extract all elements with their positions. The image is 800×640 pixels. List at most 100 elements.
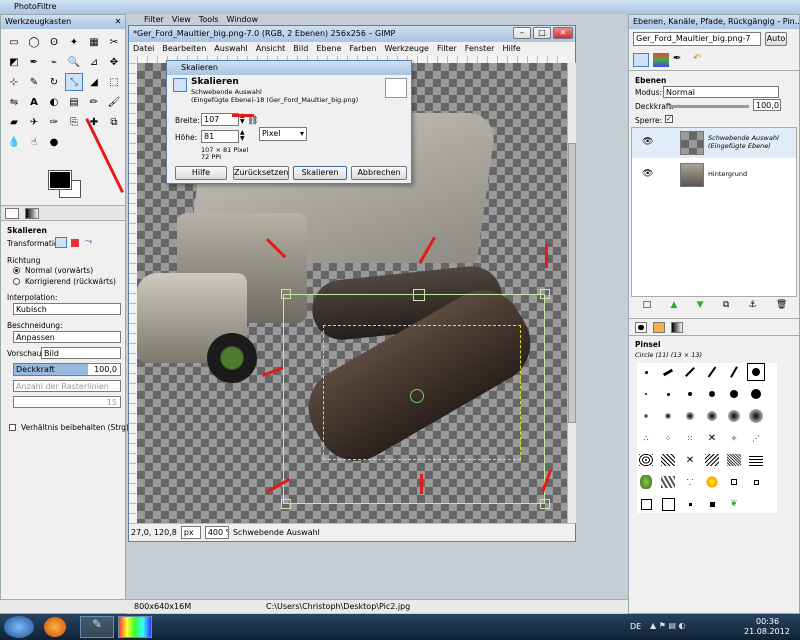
firefox-taskbar-icon[interactable] [44, 617, 66, 637]
menu-auswahl[interactable]: Auswahl [210, 44, 251, 54]
brush-item[interactable]: ⁘ [659, 429, 677, 447]
transform-selection-icon[interactable] [71, 239, 79, 247]
lock-checkbox[interactable]: ✓ [665, 115, 673, 123]
raster-select[interactable]: Anzahl der Rasterlinien [13, 380, 121, 392]
tab-paths[interactable]: ✒ [673, 53, 689, 67]
handle-top-middle[interactable] [413, 289, 425, 301]
image-select[interactable]: Ger_Ford_Maultier_big.png-7 [633, 32, 761, 46]
cancel-button[interactable]: Abbrechen [351, 166, 407, 180]
unit-dropdown[interactable]: Pixel ▾ [259, 127, 307, 141]
gimp-close-button[interactable]: ✕ [553, 27, 573, 39]
move-tool[interactable]: ✥ [105, 53, 123, 71]
brush-item[interactable] [681, 385, 699, 403]
measure-tool[interactable]: ⊿ [85, 53, 103, 71]
brush-item[interactable] [725, 473, 743, 491]
blur-tool[interactable]: 💧 [5, 133, 23, 151]
brush-item[interactable] [659, 451, 677, 469]
lasso-tool[interactable]: ʘ [45, 33, 63, 51]
toolbox-close-button[interactable]: ✕ [113, 17, 123, 27]
bg-menu-window[interactable]: Window [223, 15, 263, 24]
delete-layer-icon[interactable]: 🗑 [776, 300, 787, 314]
shear-tool[interactable]: ◢ [85, 73, 103, 91]
brush-item[interactable]: ∴ [637, 429, 655, 447]
brush-item[interactable] [681, 407, 699, 425]
brush-item[interactable] [659, 363, 677, 381]
scissors-tool[interactable]: ✂ [105, 33, 123, 51]
deckkraft-slider[interactable]: Deckkraft 100,0 [13, 363, 121, 376]
brush-item[interactable] [725, 363, 743, 381]
eye-icon[interactable]: 👁 [642, 169, 653, 179]
brush-item[interactable] [637, 385, 655, 403]
menu-hilfe[interactable]: Hilfe [498, 44, 524, 54]
flip-tool[interactable]: ⇋ [5, 93, 23, 111]
eraser-tool[interactable]: ▰ [5, 113, 23, 131]
brush-item[interactable] [637, 407, 655, 425]
gimp-maximize-button[interactable]: □ [533, 27, 551, 39]
layer-row-background[interactable]: 👁 Hintergrund [632, 160, 796, 190]
menu-ebene[interactable]: Ebene [312, 44, 345, 54]
brush-item[interactable]: ⁙ [681, 429, 699, 447]
brush-item[interactable] [703, 495, 721, 513]
beschneidung-select[interactable]: Anpassen [13, 331, 121, 343]
duplicate-layer-icon[interactable]: ⧉ [723, 300, 729, 314]
airbrush-tool[interactable]: ✈ [25, 113, 43, 131]
brush-item[interactable] [637, 495, 655, 513]
reset-button[interactable]: Zurücksetzen [233, 166, 289, 180]
brush-item[interactable] [703, 363, 721, 381]
transform-path-icon[interactable]: ⤳ [85, 237, 92, 247]
brush-item[interactable] [747, 473, 765, 491]
tab-channels[interactable] [653, 53, 669, 67]
dodge-burn-tool[interactable]: ● [45, 133, 63, 151]
brush-item[interactable] [659, 385, 677, 403]
menu-fenster[interactable]: Fenster [461, 44, 499, 54]
interpolation-select[interactable]: Kubisch [13, 303, 121, 315]
menu-werkzeuge[interactable]: Werkzeuge [381, 44, 433, 54]
perspective-clone-tool[interactable]: ⧉ [105, 113, 123, 131]
brush-item[interactable]: ❦ [725, 495, 743, 513]
handle-top-left[interactable] [281, 289, 291, 299]
menu-farben[interactable]: Farben [345, 44, 380, 54]
bg-menu-filter[interactable]: Filter [140, 15, 168, 24]
menu-bearbeiten[interactable]: Bearbeiten [158, 44, 210, 54]
lower-layer-icon[interactable]: ▼ [697, 300, 704, 314]
radio-korrigierend[interactable] [13, 278, 20, 285]
zoom-select[interactable]: 400 % [204, 526, 229, 539]
foreground-select-tool[interactable]: ◩ [5, 53, 23, 71]
bg-menu-tools[interactable]: Tools [195, 15, 223, 24]
brush-item[interactable] [637, 363, 655, 381]
aspect-checkbox[interactable] [9, 424, 16, 431]
brush-item[interactable] [703, 407, 721, 425]
layer-opacity-slider[interactable] [669, 105, 749, 108]
raise-layer-icon[interactable]: ▲ [670, 300, 677, 314]
brush-item[interactable] [747, 451, 765, 469]
ink-tool[interactable]: ✑ [45, 113, 63, 131]
radio-normal[interactable] [13, 267, 20, 274]
hoehe-input[interactable]: 81 [201, 130, 239, 143]
handle-bottom-right[interactable] [540, 499, 550, 509]
rotate-tool[interactable]: ↻ [45, 73, 63, 91]
brush-item[interactable] [703, 473, 721, 491]
menu-ansicht[interactable]: Ansicht [252, 44, 290, 54]
photofiltre-taskbar-icon[interactable] [118, 616, 152, 638]
raster-number[interactable]: 15 [13, 396, 121, 408]
layer-row-floating[interactable]: 👁 Schwebende Auswahl (Eingefügte Ebene) [632, 128, 796, 158]
language-indicator[interactable]: DE [630, 622, 641, 631]
align-tool[interactable]: ⊹ [5, 73, 23, 91]
smudge-tool[interactable]: ☝ [25, 133, 43, 151]
handle-top-right[interactable] [540, 289, 550, 299]
brush-item[interactable]: ⸪ [681, 473, 699, 491]
unit-select[interactable]: px [180, 526, 201, 539]
tab-gradients[interactable] [671, 322, 683, 333]
anchor-layer-icon[interactable]: ⚓ [749, 300, 757, 314]
gradient-tab[interactable] [25, 208, 39, 219]
eye-icon[interactable]: 👁 [642, 137, 653, 147]
tray-icons[interactable]: ▲ ⚑ ▤ ◐ [650, 621, 686, 630]
brush-item[interactable] [747, 363, 765, 381]
brush-item[interactable] [725, 407, 743, 425]
brush-item[interactable]: ✧ [725, 429, 743, 447]
gimp-taskbar-icon[interactable]: ✎ [80, 616, 114, 638]
brush-item[interactable] [725, 385, 743, 403]
tab-brushes[interactable] [635, 322, 647, 333]
tab-patterns[interactable] [653, 322, 665, 333]
blend-tool[interactable]: ▤ [65, 93, 83, 111]
